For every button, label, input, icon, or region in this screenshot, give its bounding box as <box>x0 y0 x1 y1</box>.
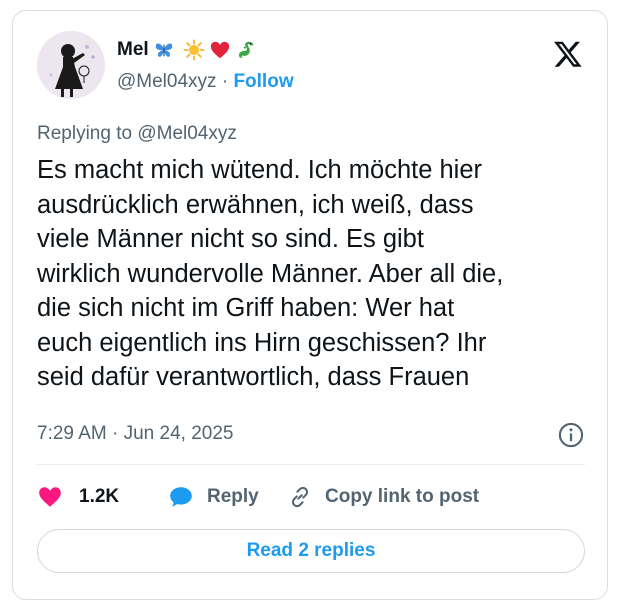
author-name-row: Mel <box>117 39 257 61</box>
copy-link-button[interactable]: Copy link to post <box>287 484 479 510</box>
avatar[interactable] <box>37 31 105 99</box>
reply-button[interactable]: Reply <box>167 484 287 510</box>
heart-icon <box>210 41 229 59</box>
read-replies-label: Read 2 replies <box>246 540 376 561</box>
like-button[interactable]: 1.2K <box>37 484 167 510</box>
like-count: 1.2K <box>79 486 120 507</box>
speech-bubble-icon <box>170 487 192 507</box>
timestamp[interactable]: 7:29 AM · Jun 24, 2025 <box>37 423 233 445</box>
handle-row: @Mel04xyz · Follow <box>117 71 294 93</box>
tweet-line: die sich nicht im Griff haben: Wer hat <box>37 294 455 322</box>
tweet-line: viele Männer nicht so sind. Es gibt <box>37 225 424 253</box>
x-logo-icon[interactable] <box>553 39 583 69</box>
tweet-line: euch eigentlich ins Hirn geschissen? Ihr <box>37 328 487 357</box>
tweet-line: Es macht mich wütend. Ich möchte hier <box>37 156 483 184</box>
tweet-text: Es macht mich wütend. Ich möchte hier au… <box>37 153 597 395</box>
copy-link-label: Copy link to post <box>325 486 480 507</box>
link-icon <box>291 486 309 508</box>
tweet-line: wirklich wundervolle Männer. Aber all di… <box>37 259 504 288</box>
heart-icon <box>39 487 61 507</box>
dragon-icon <box>238 41 254 59</box>
author-name[interactable]: Mel <box>117 39 149 61</box>
separator: · <box>221 71 229 92</box>
info-icon[interactable] <box>557 421 585 449</box>
action-bar: 1.2K Reply Copy link to post <box>37 481 479 513</box>
tweet-line: ausdrücklich erwähnen, ich weiß, dass <box>37 190 474 219</box>
follow-link[interactable]: Follow <box>233 71 293 92</box>
tweet-line: seid dafür verantwortlich, dass Frauen <box>37 363 470 391</box>
tweet-card: Mel @Mel04xyz · Follow Replying to @Mel0… <box>12 10 608 600</box>
butterfly-icon <box>155 43 172 57</box>
divider <box>37 464 585 465</box>
author-handle[interactable]: @Mel04xyz <box>117 71 217 92</box>
read-replies-button[interactable]: Read 2 replies <box>37 529 585 573</box>
avatar-image <box>37 31 105 99</box>
reply-label: Reply <box>207 486 259 507</box>
replying-to[interactable]: Replying to @Mel04xyz <box>37 123 237 145</box>
sun-icon <box>183 39 205 61</box>
